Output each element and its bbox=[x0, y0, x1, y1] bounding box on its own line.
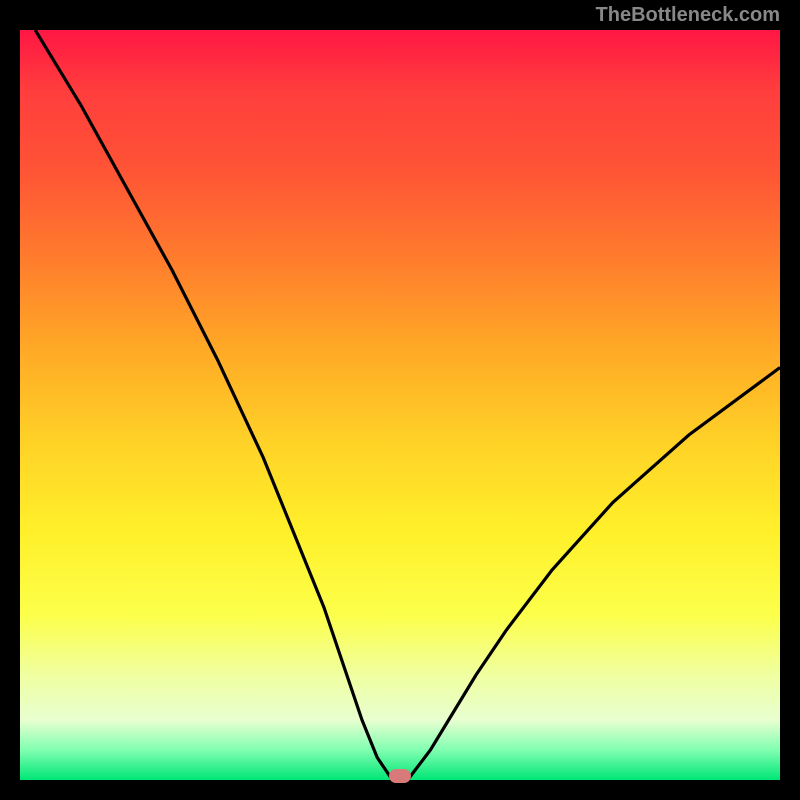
minimum-marker bbox=[389, 769, 411, 783]
watermark-text: TheBottleneck.com bbox=[596, 4, 780, 27]
bottleneck-curve bbox=[35, 30, 780, 780]
chart-plot-area bbox=[20, 30, 780, 780]
chart-curve-svg bbox=[20, 30, 780, 780]
